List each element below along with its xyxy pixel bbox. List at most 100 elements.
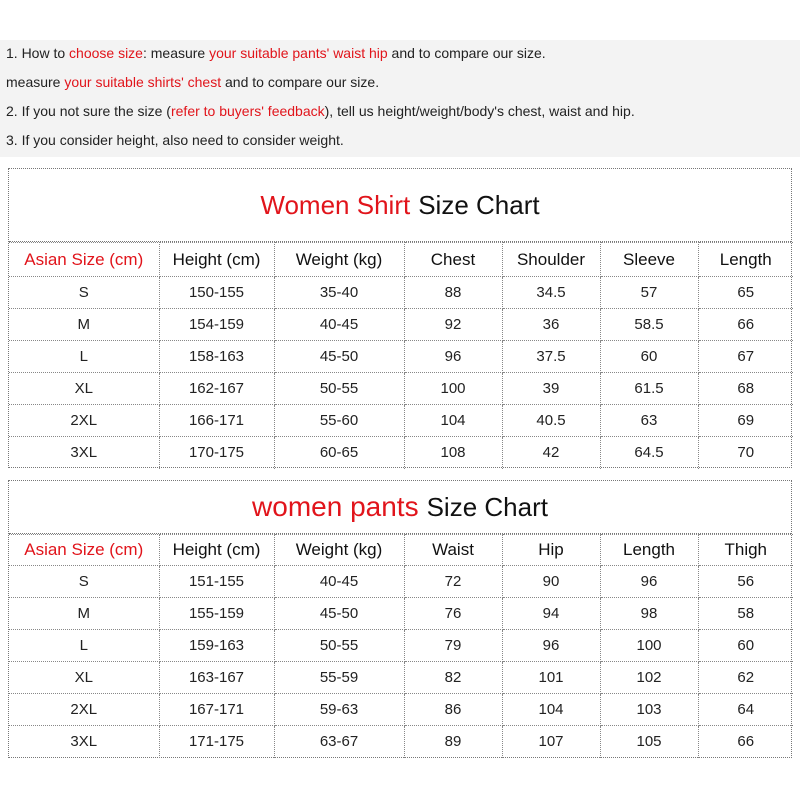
column-header: Weight (kg) (273, 242, 405, 277)
table-cell: 90 (501, 565, 601, 598)
table-cell: 89 (403, 725, 503, 758)
table-cell: 167-171 (158, 693, 275, 726)
table-cell: 55-59 (273, 661, 405, 694)
shirt-chart-title: Women Shirt Size Chart (9, 169, 791, 242)
column-header: Height (cm) (158, 242, 275, 277)
table-cell: 96 (501, 629, 601, 662)
table-cell: 70 (697, 436, 793, 469)
table-cell: 37.5 (501, 340, 601, 373)
shirt-size-table: Asian Size (cm) Height (cm) Weight (kg) Che… (9, 242, 793, 469)
table-cell: 65 (697, 276, 793, 309)
table-cell: 82 (403, 661, 503, 694)
table-header-row: Asian Size (cm) Height (cm) Weight (kg) Wai… (9, 534, 793, 566)
table-row: S 151-155 40-45 72 90 96 56 (9, 565, 793, 598)
table-cell: 64.5 (599, 436, 699, 469)
column-header: Chest (403, 242, 503, 277)
pants-size-chart: women pants Size Chart Asian Size (cm) Hei… (8, 480, 793, 758)
table-cell: 2XL (9, 693, 160, 726)
table-cell: 2XL (9, 404, 160, 437)
table-cell: 104 (501, 693, 601, 726)
table-cell: 107 (501, 725, 601, 758)
table-cell: 64 (697, 693, 793, 726)
table-cell: 63 (599, 404, 699, 437)
table-cell: 40.5 (501, 404, 601, 437)
table-cell: 3XL (9, 436, 160, 469)
table-cell: 98 (599, 597, 699, 630)
note-highlight: your suitable shirts' chest (64, 74, 222, 90)
table-cell: M (9, 308, 160, 341)
table-cell: 60-65 (273, 436, 405, 469)
table-cell: 166-171 (158, 404, 275, 437)
table-row: M 154-159 40-45 92 36 58.5 66 (9, 308, 793, 341)
column-header: Length (697, 242, 793, 277)
column-header: Waist (403, 534, 503, 566)
note-text: and to compare our size. (221, 74, 380, 90)
table-cell: XL (9, 661, 160, 694)
table-cell: S (9, 276, 160, 309)
pants-chart-title: women pants Size Chart (9, 481, 791, 534)
table-cell: 170-175 (158, 436, 275, 469)
table-cell: 105 (599, 725, 699, 758)
table-cell: 56 (697, 565, 793, 598)
column-header: Length (599, 534, 699, 566)
table-cell: 72 (403, 565, 503, 598)
table-cell: 40-45 (273, 565, 405, 598)
table-cell: 88 (403, 276, 503, 309)
table-cell: 104 (403, 404, 503, 437)
table-row: L 159-163 50-55 79 96 100 60 (9, 629, 793, 662)
note-line-3: 2. If you not sure the size (refer to bu… (6, 102, 635, 120)
table-cell: 103 (599, 693, 699, 726)
table-cell: 50-55 (273, 372, 405, 405)
table-cell: 45-50 (273, 340, 405, 373)
note-text: 1. How to (6, 45, 70, 61)
table-cell: 151-155 (158, 565, 275, 598)
note-highlight: your suitable pants' waist hip (209, 45, 388, 61)
table-row: XL 163-167 55-59 82 101 102 62 (9, 661, 793, 694)
table-cell: 66 (697, 308, 793, 341)
note-text: 2. If you not sure the size ( (6, 103, 171, 119)
table-cell: 100 (403, 372, 503, 405)
table-cell: 60 (599, 340, 699, 373)
chart-title-highlight: women pants (252, 491, 419, 522)
note-text: measure (6, 74, 65, 90)
table-cell: 162-167 (158, 372, 275, 405)
table-row: 3XL 171-175 63-67 89 107 105 66 (9, 725, 793, 758)
chart-title-text: Size Chart (418, 190, 540, 220)
table-cell: 79 (403, 629, 503, 662)
table-cell: M (9, 597, 160, 630)
table-cell: 158-163 (158, 340, 275, 373)
column-header: Hip (501, 534, 601, 566)
table-row: 2XL 166-171 55-60 104 40.5 63 69 (9, 404, 793, 437)
table-cell: 96 (403, 340, 503, 373)
table-cell: 96 (599, 565, 699, 598)
table-cell: 94 (501, 597, 601, 630)
column-header: Height (cm) (158, 534, 275, 566)
table-row: M 155-159 45-50 76 94 98 58 (9, 597, 793, 630)
table-cell: 59-63 (273, 693, 405, 726)
table-cell: L (9, 340, 160, 373)
table-cell: 63-67 (273, 725, 405, 758)
table-cell: 3XL (9, 725, 160, 758)
table-cell: 154-159 (158, 308, 275, 341)
table-cell: 68 (697, 372, 793, 405)
table-cell: 36 (501, 308, 601, 341)
note-text: and to compare our size. (387, 45, 546, 61)
table-cell: 100 (599, 629, 699, 662)
table-cell: 66 (697, 725, 793, 758)
table-cell: 57 (599, 276, 699, 309)
table-cell: 45-50 (273, 597, 405, 630)
table-cell: 40-45 (273, 308, 405, 341)
column-header: Asian Size (cm) (9, 242, 160, 277)
chart-title-highlight: Women Shirt (260, 190, 411, 220)
table-row: 3XL 170-175 60-65 108 42 64.5 70 (9, 436, 793, 469)
table-cell: 102 (599, 661, 699, 694)
table-cell: 155-159 (158, 597, 275, 630)
column-header: Weight (kg) (273, 534, 405, 566)
note-line-2: measure your suitable shirts' chest and … (6, 73, 379, 91)
table-row: S 150-155 35-40 88 34.5 57 65 (9, 276, 793, 309)
table-row: L 158-163 45-50 96 37.5 60 67 (9, 340, 793, 373)
note-text: : measure (142, 45, 210, 61)
table-cell: 62 (697, 661, 793, 694)
table-cell: 58.5 (599, 308, 699, 341)
table-cell: 159-163 (158, 629, 275, 662)
